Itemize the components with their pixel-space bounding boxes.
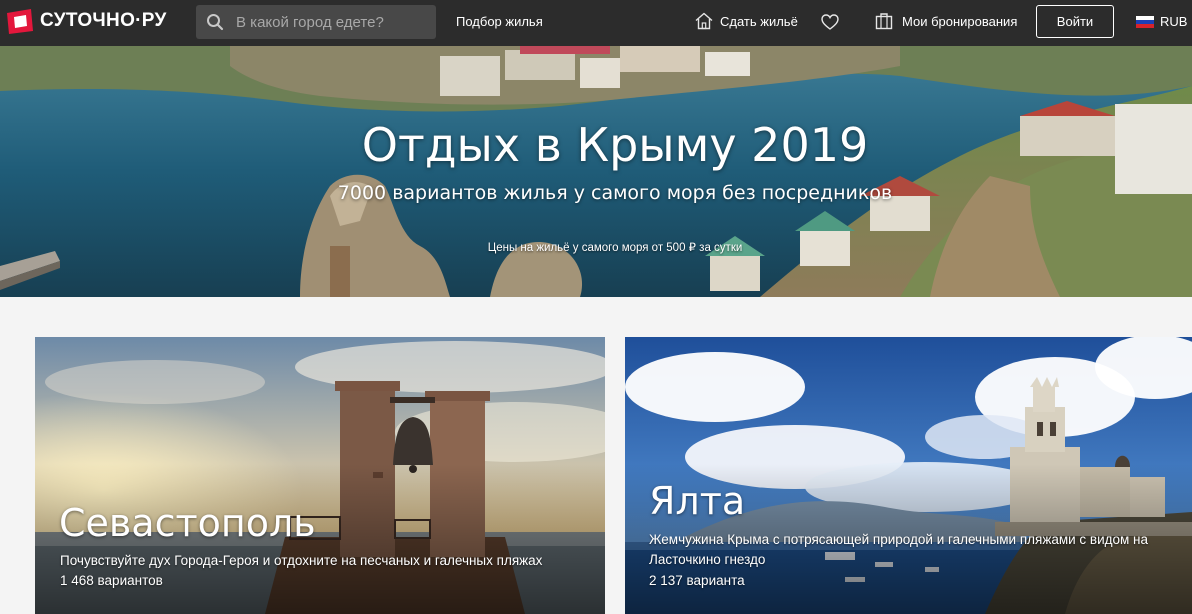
card-title: Севастополь	[59, 501, 316, 545]
top-header: СУТОЧНО·РУ Подбор жилья Сдать жильё Мои …	[0, 0, 1192, 46]
heart-icon	[821, 14, 839, 30]
search-input[interactable]	[236, 13, 426, 31]
city-search[interactable]	[196, 5, 436, 39]
card-description: Почувствуйте дух Города-Героя и отдохнит…	[60, 553, 543, 568]
hero-banner: Отдых в Крыму 2019 7000 вариантов жилья …	[0, 46, 1192, 297]
search-icon	[207, 14, 224, 31]
destination-card-sevastopol[interactable]: Севастополь Почувствуйте дух Города-Геро…	[35, 337, 605, 614]
hero-title: Отдых в Крыму 2019	[361, 118, 869, 172]
hero-subtitle: 7000 вариантов жилья у самого моря без п…	[337, 182, 893, 204]
currency-label: RUB	[1160, 14, 1188, 29]
logo-text: СУТОЧНО·РУ	[40, 10, 167, 31]
nav-host-label: Сдать жильё	[720, 13, 798, 29]
russia-flag-icon	[1136, 15, 1154, 28]
card-title: Ялта	[649, 479, 746, 523]
favorites-link[interactable]	[820, 12, 840, 32]
card-count: 2 137 варианта	[649, 573, 745, 588]
card-description: Жемчужина Крыма с потрясающей природой и…	[649, 532, 1149, 567]
suitcase-icon	[875, 13, 893, 30]
nav-host-housing[interactable]: Сдать жильё	[694, 11, 798, 31]
nav-my-bookings[interactable]: Мои бронирования	[874, 11, 1017, 31]
nav-bookings-label: Мои бронирования	[902, 13, 1018, 29]
logo[interactable]: СУТОЧНО·РУ	[5, 6, 167, 36]
card-count: 1 468 вариантов	[60, 573, 163, 588]
logo-mark-icon	[7, 9, 33, 34]
hero-price-note: Цены на жильё у самого моря от 500 ₽ за …	[487, 242, 743, 254]
destination-card-yalta[interactable]: Ялта Жемчужина Крыма с потрясающей приро…	[625, 337, 1192, 614]
currency-selector[interactable]: RUB	[1136, 14, 1187, 29]
login-button[interactable]: Войти	[1036, 5, 1114, 38]
house-icon	[695, 12, 713, 30]
nav-pick-housing[interactable]: Подбор жилья	[456, 14, 543, 29]
